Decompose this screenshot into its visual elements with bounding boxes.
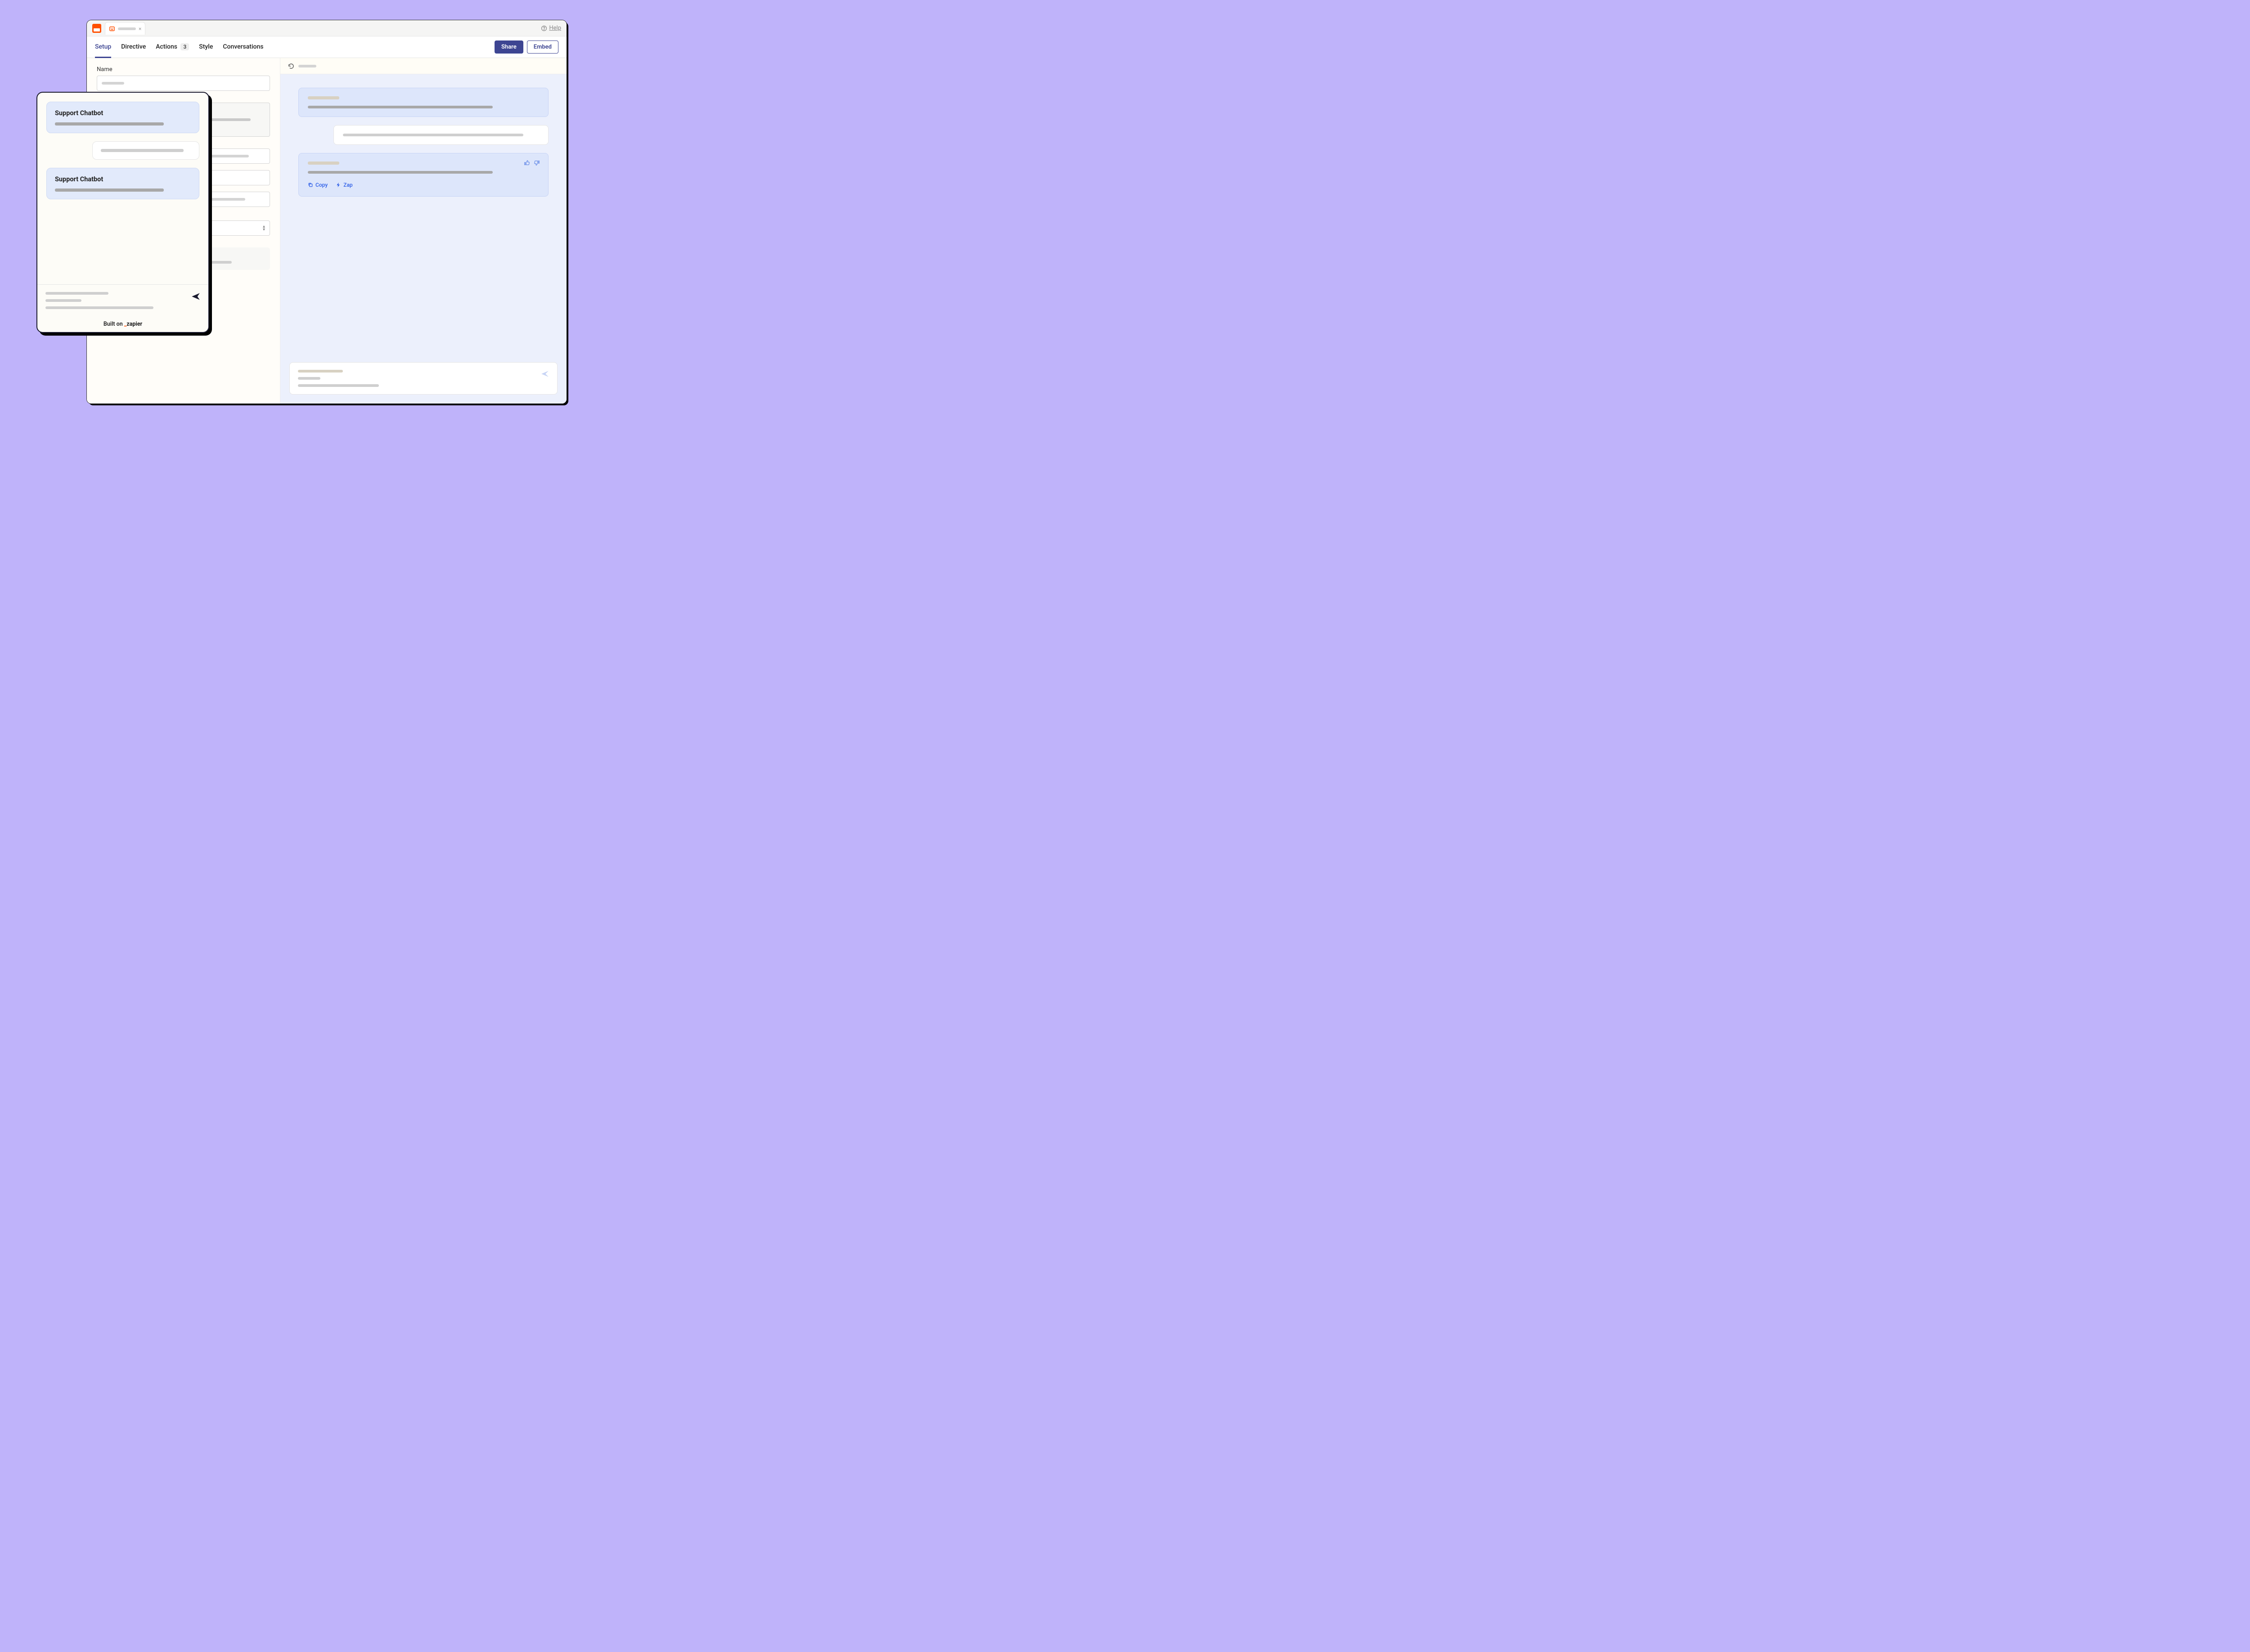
titlebar: × Help	[87, 20, 567, 36]
widget-bot-message-2: Support Chatbot	[46, 168, 199, 199]
tab-label-placeholder	[118, 27, 136, 30]
input-placeholder	[45, 299, 81, 302]
chatbot-tab-icon	[109, 26, 115, 32]
name-label: Name	[97, 66, 270, 73]
widget-user-message	[92, 141, 199, 160]
help-link[interactable]: Help	[541, 25, 561, 31]
tab-setup-label: Setup	[95, 43, 111, 50]
copy-label: Copy	[315, 182, 328, 188]
message-line	[343, 134, 523, 136]
tab-style-label: Style	[199, 43, 213, 50]
widget-conversation: Support Chatbot Support Chatbot	[37, 93, 208, 284]
bolt-icon	[336, 182, 341, 188]
preview-chat-input[interactable]	[289, 362, 558, 395]
message-line	[308, 106, 493, 108]
preview-bot-message	[298, 88, 549, 117]
message-line	[101, 149, 184, 152]
input-placeholder	[298, 370, 343, 373]
embedded-chatbot-widget: Support Chatbot Support Chatbot Built on…	[36, 92, 209, 333]
tab-setup[interactable]: Setup	[95, 37, 111, 58]
tab-directive-label: Directive	[121, 43, 146, 50]
preview-conversation: Copy Zap	[280, 74, 567, 362]
actions-count-badge: 3	[180, 43, 189, 50]
widget-footer: Built on _zapier	[37, 316, 208, 332]
help-icon	[541, 25, 547, 31]
message-line	[55, 122, 164, 126]
embed-button[interactable]: Embed	[527, 40, 558, 54]
thumbs-up-icon[interactable]	[524, 160, 530, 166]
nav-row: Setup Directive Actions 3 Style Conversa…	[87, 36, 567, 58]
widget-bot-message: Support Chatbot	[46, 102, 199, 133]
tab-conversations[interactable]: Conversations	[223, 37, 263, 58]
input-placeholder	[298, 384, 379, 387]
message-line	[308, 171, 493, 174]
feedback-buttons	[524, 160, 540, 166]
chevron-updown-icon: ▴▾	[263, 225, 265, 231]
tab-directive[interactable]: Directive	[121, 37, 146, 58]
preview-pane: Copy Zap	[280, 58, 567, 404]
copy-button[interactable]: Copy	[308, 182, 328, 188]
bot-name-placeholder	[308, 96, 339, 99]
nav-actions: Share Embed	[495, 40, 558, 54]
copy-icon	[308, 182, 313, 188]
tab-conversations-label: Conversations	[223, 43, 263, 50]
close-icon[interactable]: ×	[139, 26, 141, 32]
share-button[interactable]: Share	[495, 40, 523, 54]
send-icon[interactable]	[191, 292, 200, 301]
input-placeholder	[298, 377, 320, 380]
thumbs-down-icon[interactable]	[534, 160, 540, 166]
undo-icon[interactable]	[288, 63, 295, 70]
embed-label: Embed	[534, 44, 552, 50]
send-icon[interactable]	[541, 370, 549, 378]
input-placeholder	[45, 306, 153, 309]
message-line	[55, 189, 164, 192]
input-placeholder	[102, 82, 124, 85]
tab-actions-label: Actions	[156, 43, 177, 50]
widget-bot-name: Support Chatbot	[55, 175, 191, 183]
nav-tabs: Setup Directive Actions 3 Style Conversa…	[95, 37, 263, 58]
preview-bot-message-2: Copy Zap	[298, 153, 549, 197]
preview-header-placeholder	[298, 65, 316, 67]
share-label: Share	[501, 44, 517, 50]
message-actions: Copy Zap	[308, 182, 539, 188]
widget-input[interactable]	[37, 284, 208, 316]
bot-name-placeholder	[308, 162, 339, 165]
zap-button[interactable]: Zap	[336, 182, 352, 188]
tab-actions[interactable]: Actions 3	[156, 37, 189, 58]
help-label: Help	[549, 25, 561, 31]
name-input[interactable]	[97, 76, 270, 91]
built-on-label: Built on	[104, 321, 123, 328]
titlebar-left: ×	[92, 22, 145, 34]
preview-header	[280, 58, 567, 74]
editor-tab[interactable]: ×	[105, 22, 145, 35]
app-logo-icon	[92, 24, 101, 33]
input-placeholder	[45, 292, 108, 295]
widget-bot-name: Support Chatbot	[55, 109, 191, 117]
preview-user-message	[333, 125, 549, 145]
tab-style[interactable]: Style	[199, 37, 213, 58]
zap-label: Zap	[343, 182, 352, 188]
zapier-logo: _zapier	[124, 321, 142, 328]
